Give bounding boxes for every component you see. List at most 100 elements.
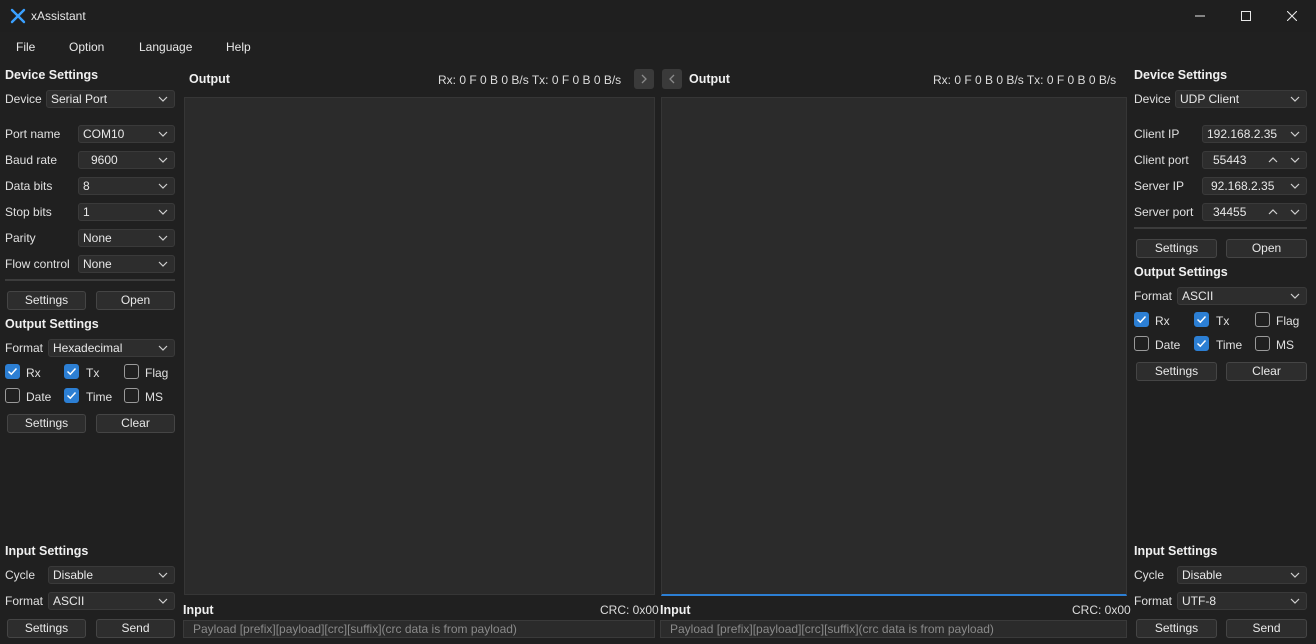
server-port-spinbox[interactable]: 34455 <box>1202 203 1307 221</box>
data-bits-value: 8 <box>83 179 90 193</box>
port-name-value: COM10 <box>83 127 125 141</box>
left-device-select[interactable]: Serial Port <box>46 90 175 108</box>
client-ip-select[interactable]: 192.168.2.35 <box>1202 125 1307 143</box>
right-output-settings-title: Output Settings <box>1134 265 1228 279</box>
right-output-area[interactable] <box>661 97 1127 596</box>
chevron-up-icon[interactable] <box>1268 207 1278 217</box>
chevron-down-icon[interactable] <box>1290 155 1300 165</box>
minimize-button[interactable] <box>1177 0 1223 32</box>
minimize-icon <box>1195 15 1205 17</box>
left-device-settings-button[interactable]: Settings <box>7 291 86 310</box>
right-open-button[interactable]: Open <box>1226 239 1307 258</box>
server-ip-value: 92.168.2.35 <box>1211 179 1275 193</box>
chevron-up-icon[interactable] <box>1268 155 1278 165</box>
chevron-down-icon <box>158 131 168 137</box>
right-time-checkbox[interactable] <box>1194 336 1209 351</box>
right-input-format-select[interactable]: UTF-8 <box>1177 592 1307 610</box>
left-open-button[interactable]: Open <box>96 291 175 310</box>
left-ms-label: MS <box>145 390 163 404</box>
left-output-area[interactable] <box>184 97 655 595</box>
right-payload-input[interactable]: Payload [prefix][payload][crc][suffix](c… <box>660 620 1127 638</box>
left-output-format-label: Format <box>5 341 44 355</box>
right-rx-checkbox[interactable] <box>1134 312 1149 327</box>
left-date-checkbox[interactable] <box>5 388 20 403</box>
right-date-checkbox[interactable] <box>1134 336 1149 351</box>
maximize-button[interactable] <box>1223 0 1269 32</box>
right-input-settings-button[interactable]: Settings <box>1136 619 1217 638</box>
right-output-title: Output <box>689 72 730 86</box>
baud-rate-value: 9600 <box>91 153 118 167</box>
checkmark-icon <box>7 367 18 376</box>
right-device-label: Device <box>1134 92 1171 106</box>
collapse-right-button[interactable] <box>662 69 682 89</box>
stop-bits-select[interactable]: 1 <box>78 203 175 221</box>
menu-file[interactable]: File <box>16 40 35 54</box>
left-flag-label: Flag <box>145 366 169 380</box>
left-send-button[interactable]: Send <box>96 619 175 638</box>
right-ms-checkbox[interactable] <box>1255 336 1270 351</box>
right-date-label: Date <box>1155 338 1181 352</box>
data-bits-select[interactable]: 8 <box>78 177 175 195</box>
menu-language[interactable]: Language <box>139 40 192 54</box>
right-input-settings-title: Input Settings <box>1134 544 1218 558</box>
right-crc-label: CRC: 0x00 <box>1072 603 1131 617</box>
menu-bar: File Option Language Help <box>0 32 1316 62</box>
chevron-down-icon <box>158 598 168 604</box>
left-clear-button[interactable]: Clear <box>96 414 175 433</box>
left-time-checkbox[interactable] <box>64 388 79 403</box>
chevron-down-icon <box>158 183 168 189</box>
left-output-format-select[interactable]: Hexadecimal <box>48 339 175 357</box>
right-cycle-select[interactable]: Disable <box>1177 566 1307 584</box>
right-cycle-value: Disable <box>1182 568 1223 582</box>
right-output-format-select[interactable]: ASCII <box>1177 287 1307 305</box>
flow-control-select[interactable]: None <box>78 255 175 273</box>
right-output-settings-button[interactable]: Settings <box>1136 362 1217 381</box>
right-clear-button[interactable]: Clear <box>1226 362 1307 381</box>
left-device-label: Device <box>5 92 42 106</box>
chevron-down-icon <box>158 572 168 578</box>
port-name-select[interactable]: COM10 <box>78 125 175 143</box>
left-input-settings-title: Input Settings <box>5 544 89 558</box>
right-ms-label: MS <box>1276 338 1294 352</box>
left-field-label: Port name <box>5 127 61 141</box>
right-device-settings-button[interactable]: Settings <box>1136 239 1217 258</box>
right-tx-checkbox[interactable] <box>1194 312 1209 327</box>
checkmark-icon <box>66 391 77 400</box>
baud-rate-select[interactable]: 9600 <box>78 151 175 169</box>
left-ms-checkbox[interactable] <box>124 388 139 403</box>
left-output-settings-title: Output Settings <box>5 317 99 331</box>
left-rx-checkbox[interactable] <box>5 364 20 379</box>
chevron-down-icon <box>158 261 168 267</box>
collapse-left-button[interactable] <box>634 69 654 89</box>
left-output-format-value: Hexadecimal <box>53 341 123 355</box>
left-input-settings-button[interactable]: Settings <box>7 619 86 638</box>
server-ip-select[interactable]: 92.168.2.35 <box>1202 177 1307 195</box>
left-flag-checkbox[interactable] <box>124 364 139 379</box>
client-port-spinbox[interactable]: 55443 <box>1202 151 1307 169</box>
left-output-settings-button[interactable]: Settings <box>7 414 86 433</box>
left-tx-checkbox[interactable] <box>64 364 79 379</box>
left-payload-input[interactable]: Payload [prefix][payload][crc][suffix](c… <box>183 620 655 638</box>
right-output-format-value: ASCII <box>1182 289 1214 303</box>
right-flag-checkbox[interactable] <box>1255 312 1270 327</box>
left-device-settings-title: Device Settings <box>5 68 99 82</box>
close-button[interactable] <box>1269 0 1315 32</box>
left-output-title: Output <box>189 72 230 86</box>
left-field-label: Data bits <box>5 179 53 193</box>
menu-help[interactable]: Help <box>226 40 251 54</box>
left-date-label: Date <box>26 390 52 404</box>
right-send-button[interactable]: Send <box>1226 619 1307 638</box>
menu-option[interactable]: Option <box>69 40 104 54</box>
app-logo-icon <box>10 8 26 24</box>
chevron-down-icon[interactable] <box>1290 207 1300 217</box>
left-crc-label: CRC: 0x00 <box>600 603 659 617</box>
left-cycle-select[interactable]: Disable <box>48 566 175 584</box>
right-time-label: Time <box>1216 338 1243 352</box>
left-input-format-select[interactable]: ASCII <box>48 592 175 610</box>
chevron-down-icon <box>158 345 168 351</box>
right-output-format-label: Format <box>1134 289 1173 303</box>
parity-select[interactable]: None <box>78 229 175 247</box>
right-device-select[interactable]: UDP Client <box>1175 90 1307 108</box>
left-input-format-value: ASCII <box>53 594 85 608</box>
chevron-down-icon <box>1290 293 1300 299</box>
